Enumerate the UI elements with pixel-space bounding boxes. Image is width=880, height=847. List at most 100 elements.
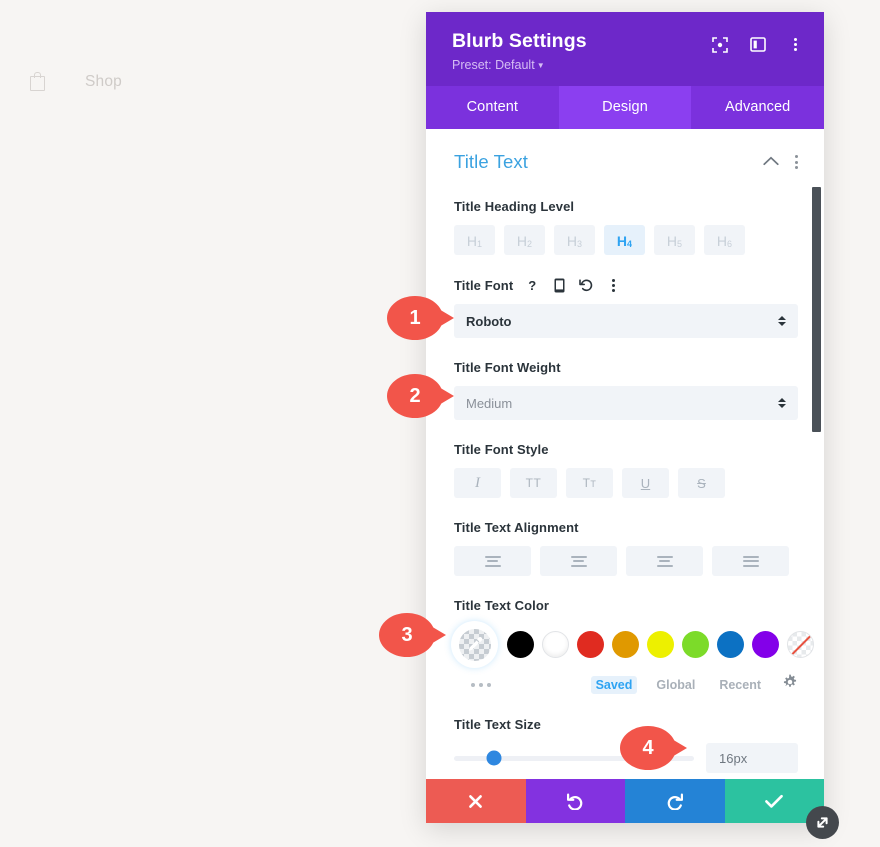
field-label: Title Text Alignment <box>454 520 579 535</box>
palette-tab-global[interactable]: Global <box>651 676 700 694</box>
color-swatch-row <box>454 624 814 665</box>
align-justify-icon[interactable] <box>712 546 789 576</box>
slider-handle[interactable] <box>486 750 502 766</box>
heading-level-h1[interactable]: H1 <box>454 225 495 255</box>
align-center-icon[interactable] <box>540 546 617 576</box>
tab-advanced[interactable]: Advanced <box>691 86 824 129</box>
section-options-icon[interactable] <box>795 155 798 169</box>
color-swatch-orange[interactable] <box>612 631 639 658</box>
underline-icon[interactable]: U <box>622 468 669 498</box>
palette-tab-saved[interactable]: Saved <box>590 675 638 694</box>
select-arrows-icon <box>778 316 786 326</box>
field-label-row: Title Font ? <box>454 277 798 293</box>
focus-frame-icon[interactable] <box>711 36 728 53</box>
italic-icon[interactable]: I <box>454 468 501 498</box>
callout-badge-4: 4 <box>620 726 694 770</box>
callout-badge-1: 1 <box>387 296 461 340</box>
vertical-dots-icon[interactable] <box>787 36 804 53</box>
vertical-dots-icon[interactable] <box>605 277 621 293</box>
eyedropper-button[interactable] <box>454 624 495 665</box>
field-title-text-alignment: Title Text Alignment <box>454 520 798 576</box>
tab-content[interactable]: Content <box>426 86 559 129</box>
responsive-device-icon[interactable] <box>551 277 567 293</box>
color-swatch-white[interactable] <box>542 631 569 658</box>
gear-icon[interactable] <box>782 674 798 695</box>
chevron-up-icon[interactable] <box>763 153 779 171</box>
close-icon <box>469 794 483 808</box>
cancel-button[interactable] <box>426 779 526 823</box>
callout-number: 2 <box>409 384 421 407</box>
chevron-down-icon: ▼ <box>536 61 545 70</box>
palette-tab-recent[interactable]: Recent <box>714 676 766 694</box>
help-icon[interactable]: ? <box>524 277 540 293</box>
redo-icon <box>668 793 684 810</box>
palette-tab-group: Saved Global Recent <box>590 674 798 695</box>
smallcaps-icon[interactable]: TT <box>566 468 613 498</box>
callout-number: 4 <box>642 736 654 759</box>
vertical-scrollbar[interactable] <box>812 187 821 432</box>
uppercase-icon[interactable]: TT <box>510 468 557 498</box>
background-nav: Shop <box>30 72 122 91</box>
heading-level-h3[interactable]: H3 <box>554 225 595 255</box>
field-label: Title Text Color <box>454 598 550 613</box>
alignment-button-row <box>454 546 798 576</box>
field-title-font-style: Title Font Style I TT TT U S <box>454 442 798 498</box>
modal-header: Blurb Settings Preset: Default ▼ <box>426 12 824 86</box>
blurb-settings-modal: Blurb Settings Preset: Default ▼ Content… <box>426 12 824 823</box>
heading-level-h5[interactable]: H5 <box>654 225 695 255</box>
preset-selector[interactable]: Preset: Default ▼ <box>452 58 802 72</box>
color-footer-row: Saved Global Recent <box>454 674 798 695</box>
field-label: Title Heading Level <box>454 199 575 214</box>
select-arrows-icon <box>778 398 786 408</box>
field-title-font-weight: Title Font Weight Medium <box>454 360 798 420</box>
heading-level-button-row: H1 H2 H3 H4 H5 H6 <box>454 225 798 255</box>
modal-body: Title Text Title Heading Level H1 H2 H3 … <box>426 129 824 779</box>
callout-badge-2: 2 <box>387 374 461 418</box>
section-header-title-text: Title Text <box>454 151 798 173</box>
title-font-weight-select[interactable]: Medium <box>454 386 798 420</box>
settings-scroll-area: Title Text Title Heading Level H1 H2 H3 … <box>426 129 824 779</box>
heading-level-h6[interactable]: H6 <box>704 225 745 255</box>
text-size-value: 16px <box>719 750 748 766</box>
undo-button[interactable] <box>525 779 625 823</box>
field-label: Title Font <box>454 277 514 293</box>
shopping-bag-icon <box>30 72 45 91</box>
callout-badge-3: 3 <box>379 613 453 657</box>
color-swatch-purple[interactable] <box>752 631 779 658</box>
tab-design[interactable]: Design <box>558 86 692 129</box>
reset-icon[interactable] <box>578 277 594 293</box>
font-style-button-row: I TT TT U S <box>454 468 798 498</box>
strikethrough-icon[interactable]: S <box>678 468 725 498</box>
color-swatch-green[interactable] <box>682 631 709 658</box>
section-title: Title Text <box>454 151 528 172</box>
heading-level-h2[interactable]: H2 <box>504 225 545 255</box>
heading-level-h4[interactable]: H4 <box>604 225 645 255</box>
text-size-input[interactable]: 16px <box>706 743 798 773</box>
shop-link[interactable]: Shop <box>85 73 122 91</box>
header-icon-group <box>711 36 804 53</box>
color-swatch-blue[interactable] <box>717 631 744 658</box>
field-title-text-color: Title Text Color Saved Global Recent <box>454 598 814 695</box>
field-title-heading-level: Title Heading Level H1 H2 H3 H4 H5 H6 <box>454 199 798 255</box>
modal-tabs: Content Design Advanced <box>426 86 824 129</box>
color-swatch-yellow[interactable] <box>647 631 674 658</box>
align-left-icon[interactable] <box>454 546 531 576</box>
field-title-font: Title Font ? Roboto <box>454 277 798 338</box>
undo-icon <box>566 793 582 810</box>
horizontal-dots-icon[interactable] <box>454 682 491 687</box>
align-right-icon[interactable] <box>626 546 703 576</box>
color-swatch-none[interactable] <box>787 631 814 658</box>
resize-handle[interactable] <box>806 806 839 839</box>
layout-panel-icon[interactable] <box>749 36 766 53</box>
title-font-value: Roboto <box>466 313 512 329</box>
preset-label: Preset: Default <box>452 58 535 72</box>
field-label: Title Font Weight <box>454 360 561 375</box>
callout-number: 3 <box>401 623 413 646</box>
color-swatch-red[interactable] <box>577 631 604 658</box>
resize-diagonal-icon <box>817 817 828 828</box>
title-font-select[interactable]: Roboto <box>454 304 798 338</box>
redo-button[interactable] <box>625 779 725 823</box>
field-label: Title Font Style <box>454 442 549 457</box>
check-icon <box>765 794 784 808</box>
color-swatch-black[interactable] <box>507 631 534 658</box>
